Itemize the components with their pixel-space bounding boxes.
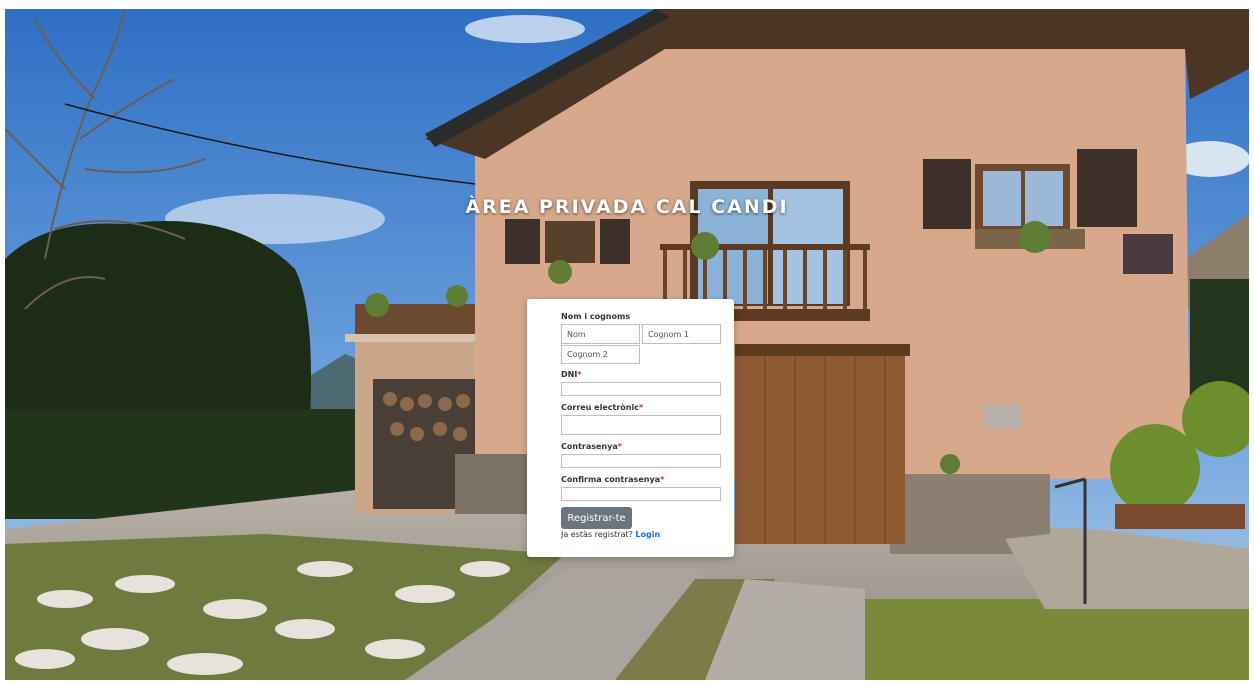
required-mark: *: [577, 370, 582, 379]
dni-input[interactable]: [561, 382, 721, 396]
name-input[interactable]: [561, 324, 640, 344]
login-prompt: Ja estàs registrat? Login: [561, 530, 660, 539]
page-title: ÀREA PRIVADA CAL CANDI: [465, 196, 789, 218]
email-input[interactable]: [561, 415, 721, 435]
confirm-password-label: Confirma contrasenya*: [561, 475, 664, 484]
required-mark: *: [617, 442, 622, 451]
register-form: Nom i cognoms DNI* Correu electrònic* Co…: [527, 299, 734, 557]
dni-label: DNI*: [561, 370, 582, 379]
password-label-text: Contrasenya: [561, 442, 618, 451]
dni-label-text: DNI: [561, 370, 578, 379]
confirm-password-input[interactable]: [561, 487, 721, 501]
confirm-password-label-text: Confirma contrasenya: [561, 475, 661, 484]
login-link[interactable]: Login: [635, 530, 660, 539]
password-label: Contrasenya*: [561, 442, 622, 451]
required-mark: *: [638, 403, 644, 412]
surname1-input[interactable]: [642, 324, 721, 344]
name-label: Nom i cognoms: [561, 312, 631, 321]
required-mark: *: [660, 475, 665, 484]
password-input[interactable]: [561, 454, 721, 468]
email-label: Correu electrònic*: [561, 403, 643, 412]
login-prompt-text: Ja estàs registrat?: [561, 530, 633, 539]
email-label-text: Correu electrònic: [561, 403, 639, 412]
register-button[interactable]: Registrar-te: [561, 507, 632, 529]
surname2-input[interactable]: [561, 345, 640, 364]
